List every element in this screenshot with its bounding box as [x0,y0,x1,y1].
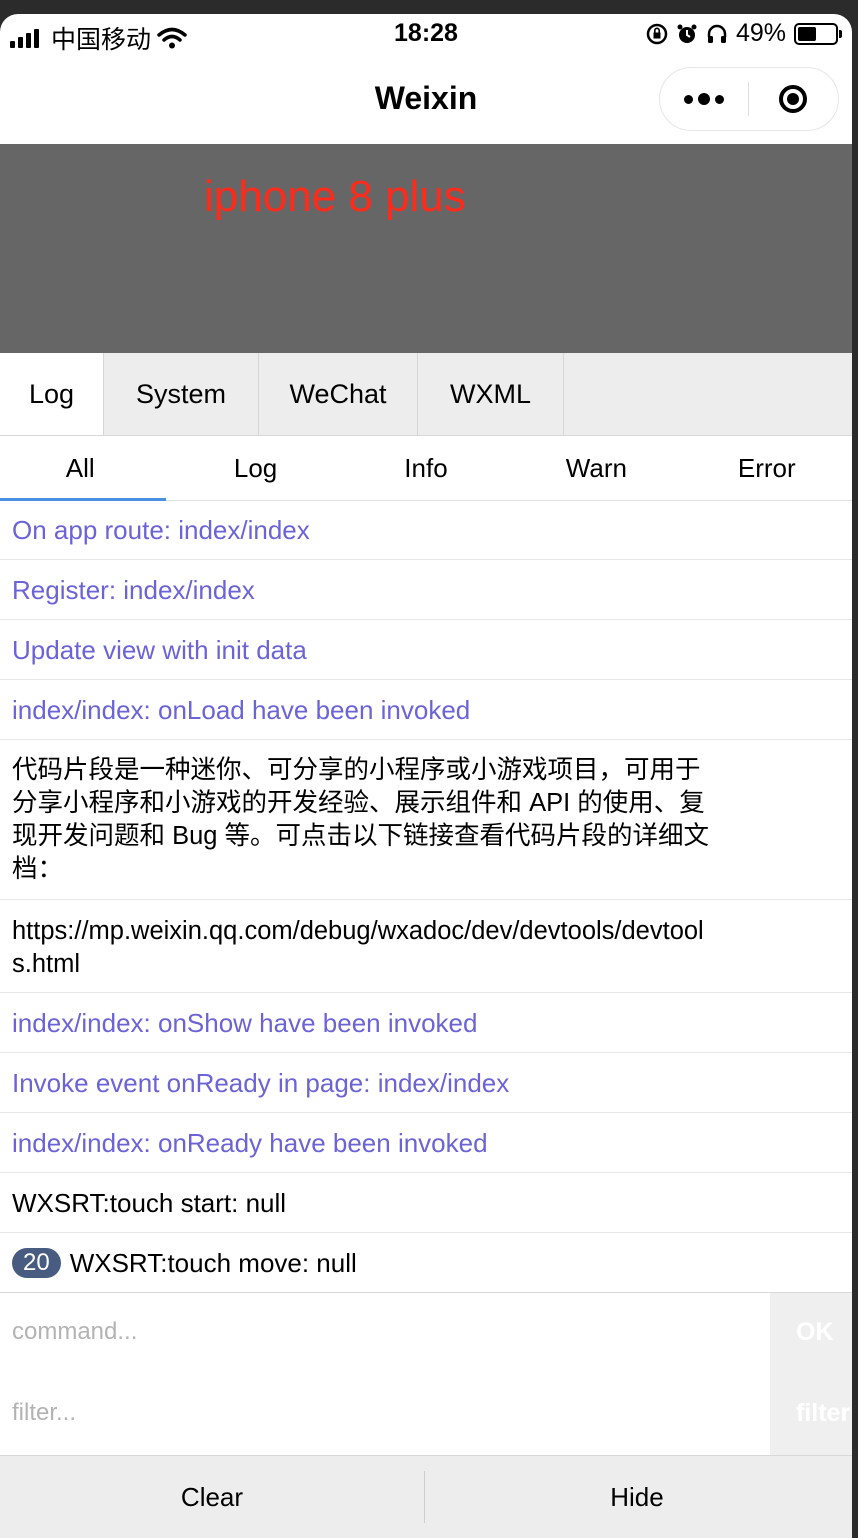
target-icon [779,85,807,113]
more-icon [684,94,693,104]
phone-screen: 中国移动 18:28 49% Weixin iphone 8 plus Log … [0,14,852,1538]
log-item: On app route: index/index [0,500,852,560]
log-item: Update view with init data [0,620,852,680]
headphones-icon [707,24,727,43]
rotation-lock-icon [646,23,668,44]
tab-wxml[interactable]: WXML [418,353,564,435]
vconsole-tabs: Log System WeChat WXML [0,353,852,436]
clear-button[interactable]: Clear [0,1456,424,1538]
bottom-toolbar: Clear Hide [0,1456,852,1538]
command-bar: command... OK [0,1292,852,1372]
status-right: 49% [646,19,842,48]
log-item: WXSRT:touch start: null [0,1173,852,1233]
repeat-count-badge: 20 [12,1248,61,1278]
log-level-tabs: All Log Info Warn Error [0,436,852,501]
banner-text: iphone 8 plus [204,172,466,221]
tab-log[interactable]: Log [0,353,104,435]
hide-button[interactable]: Hide [425,1456,849,1538]
subtab-log[interactable]: Log [170,436,340,500]
subtab-warn[interactable]: Warn [511,436,681,500]
battery-percent: 49% [735,19,786,47]
nav-bar: Weixin [0,56,852,144]
filter-input[interactable]: filter... [12,1371,76,1455]
close-miniprogram-button[interactable] [749,68,837,130]
log-item: Invoke event onReady in page: index/inde… [0,1053,852,1113]
ok-button[interactable]: OK [770,1293,852,1371]
page-banner: iphone 8 plus [0,144,852,353]
log-list: On app route: index/index Register: inde… [0,500,852,1293]
subtab-error[interactable]: Error [682,436,852,500]
filter-bar: filter... filter [0,1371,852,1456]
status-bar: 中国移动 18:28 49% [0,14,852,56]
subtab-info[interactable]: Info [341,436,511,500]
battery-icon [794,22,842,45]
command-input[interactable]: command... [12,1293,137,1371]
alarm-icon [677,24,697,43]
log-item: index/index: onReady have been invoked [0,1113,852,1173]
log-item: index/index: onLoad have been invoked [0,680,852,740]
log-item: 代码片段是一种迷你、可分享的小程序或小游戏项目，可用于分享小程序和小游戏的开发经… [0,740,852,900]
subtab-all[interactable]: All [0,436,170,501]
tab-system[interactable]: System [104,353,259,435]
log-item: index/index: onShow have been invoked [0,993,852,1053]
more-button[interactable] [660,68,748,130]
log-text: WXSRT:touch move: null [69,1248,357,1278]
log-item: Register: index/index [0,560,852,620]
menu-capsule [659,67,839,131]
tab-wechat[interactable]: WeChat [259,353,418,435]
filter-button[interactable]: filter [770,1371,852,1455]
log-item: 20 WXSRT:touch move: null [0,1233,852,1293]
log-item: https://mp.weixin.qq.com/debug/wxadoc/de… [0,900,852,993]
